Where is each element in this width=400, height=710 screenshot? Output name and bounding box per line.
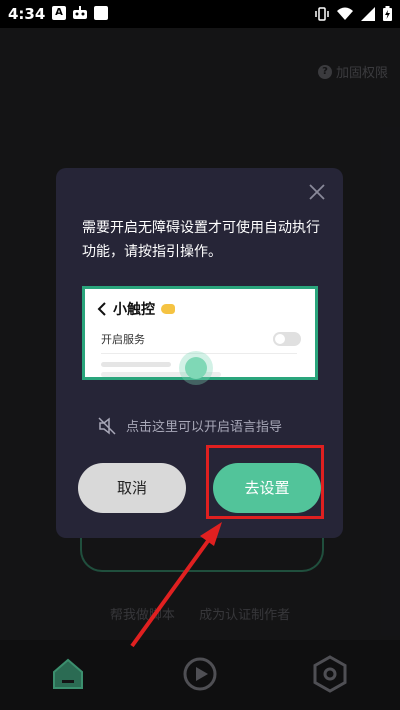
status-bar: 4:34 A xyxy=(0,0,400,28)
guide-illustration: 小触控 开启服务 xyxy=(82,286,318,380)
status-time: 4:34 xyxy=(8,5,46,23)
guide-toggle xyxy=(273,332,301,346)
square-icon xyxy=(94,6,108,20)
voice-guide-toggle[interactable]: 点击这里可以开启语言指导 xyxy=(98,416,282,435)
cancel-button[interactable]: 取消 xyxy=(78,463,186,513)
a-icon: A xyxy=(52,6,66,20)
speaker-muted-icon xyxy=(98,416,116,435)
back-arrow-icon xyxy=(97,302,106,316)
touch-indicator xyxy=(185,357,207,379)
highlight-box xyxy=(206,445,324,519)
guide-placeholder-line xyxy=(101,362,171,367)
voice-guide-label: 点击这里可以开启语言指导 xyxy=(126,420,283,435)
robot-icon xyxy=(73,6,87,19)
close-icon[interactable] xyxy=(307,182,327,202)
guide-divider xyxy=(101,353,297,354)
hand-pointer-icon xyxy=(161,304,175,314)
battery-icon xyxy=(383,6,392,21)
vibrate-icon xyxy=(315,6,329,21)
signal-icon xyxy=(361,6,375,21)
dialog-message: 需要开启无障碍设置才可使用自动执行功能，请按指引操作。 xyxy=(82,220,320,260)
wifi-icon xyxy=(337,7,353,20)
guide-title: 小触控 xyxy=(113,302,155,318)
guide-row-label: 开启服务 xyxy=(101,333,145,346)
